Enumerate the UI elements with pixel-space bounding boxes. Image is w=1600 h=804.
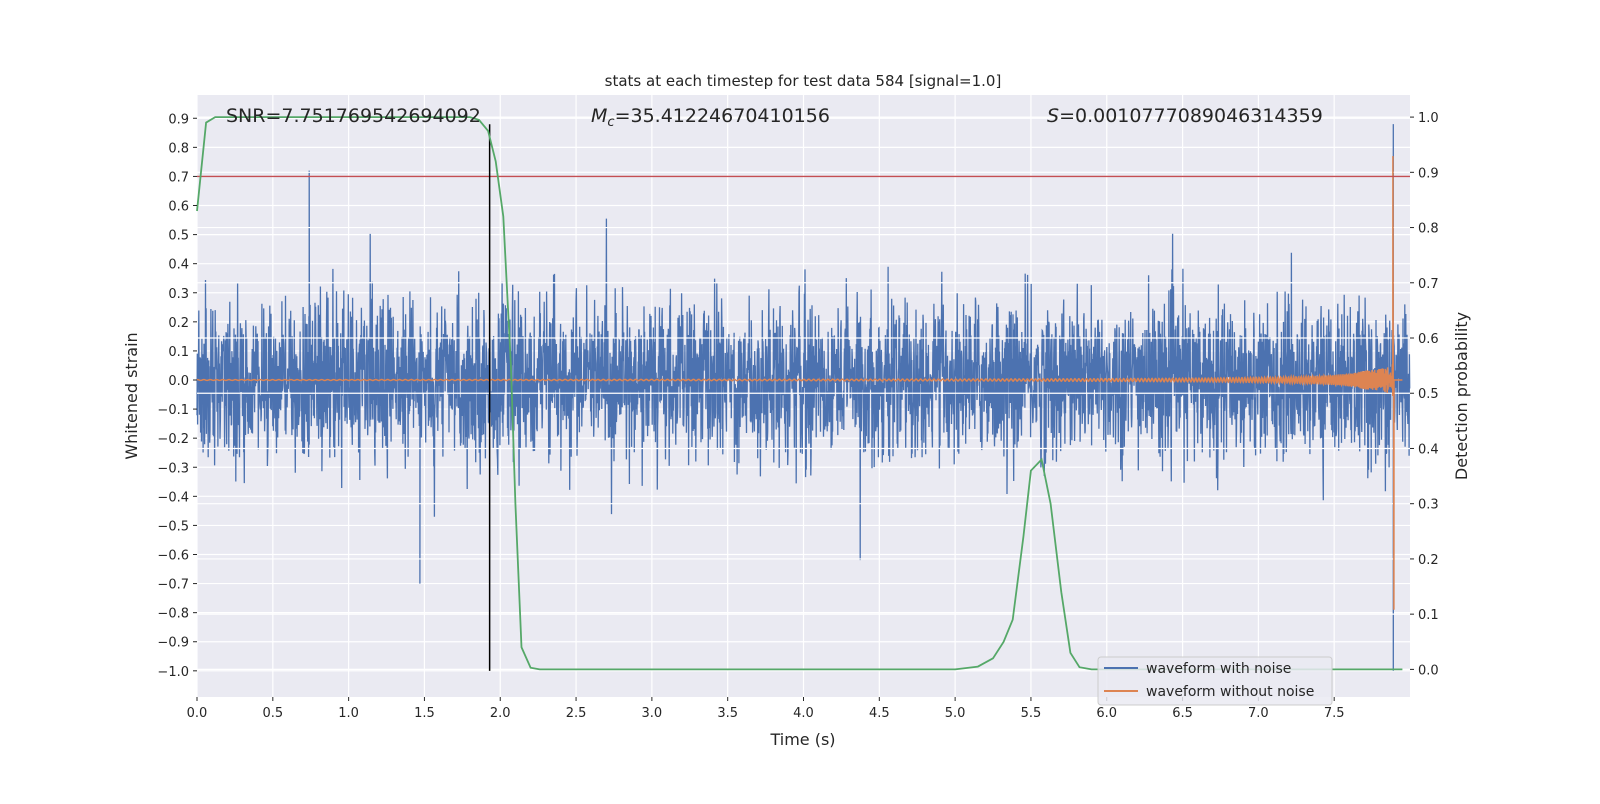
x-tick-label: 3.0 xyxy=(642,706,663,721)
y-tick-label: 0.6 xyxy=(168,200,189,215)
x-tick-label: 0.0 xyxy=(187,706,208,721)
x-tick-label: 7.0 xyxy=(1248,706,1269,721)
x-tick-label: 2.5 xyxy=(566,706,587,721)
chirp-mass-annotation: Mc=35.41224670410156 xyxy=(591,105,830,130)
y-right-tick-label: 1.0 xyxy=(1418,111,1439,126)
x-tick-label: 6.5 xyxy=(1172,706,1193,721)
y-tick-label: 0.4 xyxy=(168,258,189,273)
x-tick-label: 0.5 xyxy=(262,706,283,721)
y-tick-label: −0.9 xyxy=(157,636,189,651)
x-tick-label: 3.5 xyxy=(717,706,738,721)
snr-annotation: SNR=7.751769542694092 xyxy=(226,105,481,127)
y-right-tick-label: 0.5 xyxy=(1418,387,1439,402)
y-tick-label: 0.2 xyxy=(168,316,189,331)
x-tick-label: 1.0 xyxy=(338,706,359,721)
y-tick-label: 0.5 xyxy=(168,229,189,244)
y-tick-label: −0.6 xyxy=(157,548,189,563)
y-tick-label: −0.8 xyxy=(157,607,189,622)
y-tick-label: 0.7 xyxy=(168,170,189,185)
x-tick-label: 4.0 xyxy=(793,706,814,721)
mc-symbol: M xyxy=(591,105,607,127)
y-right-tick-label: 0.0 xyxy=(1418,663,1439,678)
s-symbol: S xyxy=(1047,105,1059,127)
y-tick-label: 0.9 xyxy=(168,112,189,127)
legend-label-clean: waveform without noise xyxy=(1146,684,1314,700)
legend: waveform with noise waveform without noi… xyxy=(1097,656,1333,706)
x-tick-label: 6.0 xyxy=(1096,706,1117,721)
x-tick-label: 2.0 xyxy=(490,706,511,721)
x-tick-label: 7.5 xyxy=(1324,706,1345,721)
y-tick-label: 0.1 xyxy=(168,345,189,360)
y-right-tick-label: 0.9 xyxy=(1418,166,1439,181)
legend-label-noise: waveform with noise xyxy=(1146,661,1291,677)
chart: 0.0 0.5 1.0 1.5 2.0 2.5 3.0 3.5 4.0 4.5 5.0 5.5 6.0 6… xyxy=(122,72,1471,749)
y-tick-label: −0.4 xyxy=(157,490,189,505)
mc-value: =35.41224670410156 xyxy=(615,105,830,127)
chart-title: stats at each timestep for test data 584… xyxy=(605,72,1002,90)
y-right-tick-label: 0.1 xyxy=(1418,608,1439,623)
s-annotation: S=0.0010777089046314359 xyxy=(1047,105,1323,127)
mc-subscript: c xyxy=(607,115,614,130)
x-tick-label: 5.0 xyxy=(945,706,966,721)
y-tick-label: 0.3 xyxy=(168,287,189,302)
x-tick-label: 1.5 xyxy=(414,706,435,721)
y-tick-label: −0.3 xyxy=(157,461,189,476)
y-tick-label: −1.0 xyxy=(157,665,189,680)
y-tick-label: −0.2 xyxy=(157,432,189,447)
x-tick-label: 5.5 xyxy=(1021,706,1042,721)
y-tick-label: −0.5 xyxy=(157,519,189,534)
y-right-tick-label: 0.4 xyxy=(1418,442,1439,457)
y-right-tick-label: 0.8 xyxy=(1418,222,1439,237)
y-tick-label: 0.0 xyxy=(168,374,189,389)
y-right-tick-label: 0.7 xyxy=(1418,277,1439,292)
y-tick-label: 0.8 xyxy=(168,141,189,156)
s-value: =0.0010777089046314359 xyxy=(1059,105,1323,127)
y-tick-label: −0.1 xyxy=(157,403,189,418)
x-axis-label: Time (s) xyxy=(769,730,835,749)
x-tick-label: 4.5 xyxy=(869,706,890,721)
y-tick-label: −0.7 xyxy=(157,578,189,593)
y-right-tick-label: 0.2 xyxy=(1418,553,1439,568)
y-axis-right-label: Detection probability xyxy=(1452,312,1471,480)
y-axis-label: Whitened strain xyxy=(122,332,141,459)
y-right-tick-label: 0.6 xyxy=(1418,332,1439,347)
y-right-tick-label: 0.3 xyxy=(1418,498,1439,513)
